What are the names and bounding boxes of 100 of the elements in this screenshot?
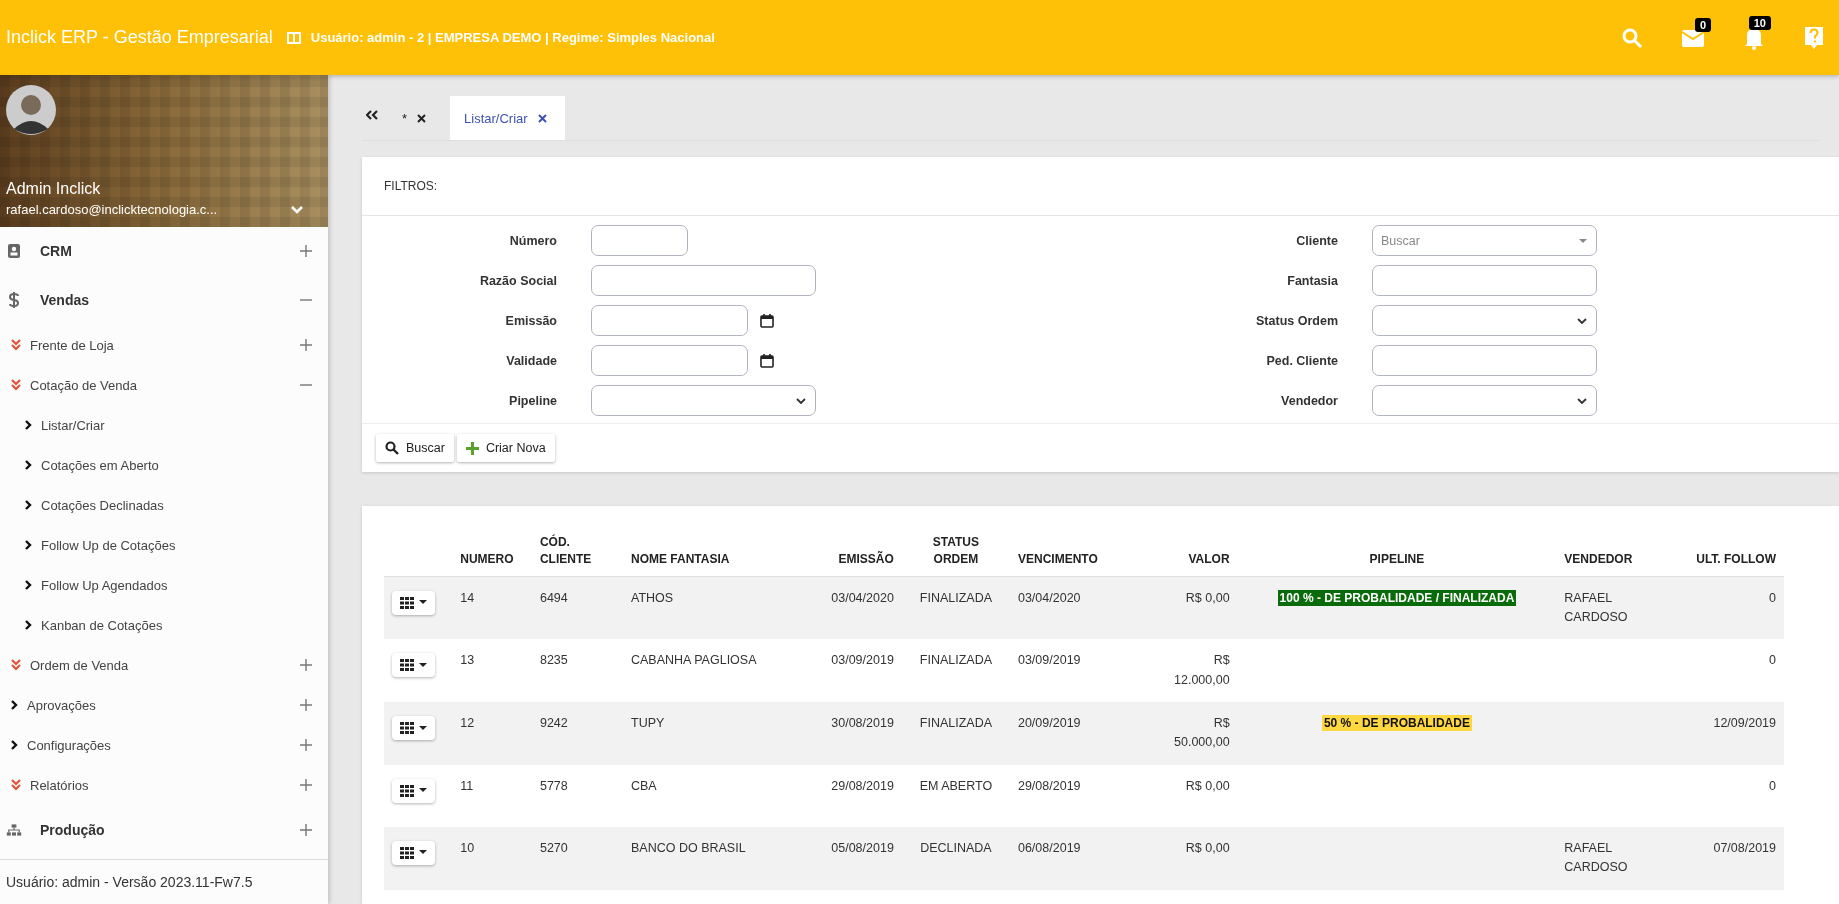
table-cell: CABANHA PAGLIOSA xyxy=(631,653,757,668)
expand-icon[interactable] xyxy=(300,245,312,257)
table-cell: 06/08/2019 xyxy=(1017,840,1081,855)
table-cell: FINALIZADA xyxy=(919,716,993,731)
plus-icon xyxy=(465,441,479,455)
notification-count: 10 xyxy=(1748,15,1771,30)
close-icon[interactable] xyxy=(537,113,547,123)
table-cell: 30/08/2019 xyxy=(831,716,894,731)
filters-title: FILTROS: xyxy=(362,157,1839,216)
table-cell: 13 xyxy=(460,653,475,668)
search-icon xyxy=(385,441,399,455)
chevron-right-icon xyxy=(24,499,33,511)
chevron-right-icon xyxy=(24,579,33,591)
table-cell: 03/04/2020 xyxy=(1017,590,1081,605)
mail-icon[interactable] xyxy=(1681,27,1705,48)
dropdown[interactable] xyxy=(1372,385,1597,416)
calendar-icon[interactable] xyxy=(760,313,774,328)
session-info: Usuário: admin - 2 | EMPRESA DEMO | Regime: Simples Nacional xyxy=(310,30,715,45)
menu-item[interactable]: Listar/Criar xyxy=(0,405,328,445)
menu-item[interactable]: Vendas xyxy=(0,275,328,325)
table-cell: 6494 xyxy=(539,590,568,605)
field-label: Ped. Cliente xyxy=(1265,353,1339,368)
double-chevron-icon xyxy=(10,779,22,791)
chevron-right-icon xyxy=(24,619,33,631)
app-title: Inclick ERP - Gestão Empresarial xyxy=(6,27,273,48)
menu-item[interactable]: Cotações em Aberto xyxy=(0,445,328,485)
menu-item[interactable]: Cotações Declinadas xyxy=(0,485,328,525)
field-label: Emissão xyxy=(504,313,558,328)
expand-icon[interactable] xyxy=(300,779,312,791)
double-chevron-left-icon[interactable] xyxy=(366,110,378,120)
caret-icon xyxy=(1578,237,1588,244)
menu-item[interactable]: Follow Up de Cotações xyxy=(0,525,328,565)
input-field[interactable] xyxy=(591,225,688,256)
menu-item[interactable]: Frente de Loja xyxy=(0,325,328,365)
table-cell: 11 xyxy=(460,778,474,793)
column-header: EMISSÃO xyxy=(838,551,894,566)
expand-icon[interactable] xyxy=(300,339,312,351)
double-chevron-icon xyxy=(10,379,22,391)
field-label: Pipeline xyxy=(508,393,558,408)
table-cell: 29/08/2019 xyxy=(1017,778,1081,793)
table-cell: ATHOS xyxy=(631,590,674,605)
table-cell: 03/04/2020 xyxy=(831,590,894,605)
row-menu-button[interactable] xyxy=(392,778,435,803)
table-cell: 5778 xyxy=(539,778,568,793)
input-field[interactable] xyxy=(1372,345,1597,376)
column-header: VENDEDOR xyxy=(1564,551,1633,566)
action-button[interactable]: Buscar xyxy=(376,434,454,462)
menu-item[interactable]: Ordem de Venda xyxy=(0,645,328,685)
chevron-down-icon xyxy=(1576,396,1588,405)
calendar-icon[interactable] xyxy=(760,353,774,368)
table-cell: R$ 12.000,00 xyxy=(1174,653,1230,687)
row-menu-button[interactable] xyxy=(392,590,435,615)
column-header: STATUS ORDEM xyxy=(932,535,979,566)
expand-icon[interactable] xyxy=(300,739,312,751)
field-label: Cliente xyxy=(1295,233,1339,248)
menu-item[interactable]: Follow Up Agendados xyxy=(0,565,328,605)
expand-icon[interactable] xyxy=(300,699,312,711)
menu-item[interactable]: Kanban de Cotações xyxy=(0,605,328,645)
tab[interactable]: * xyxy=(390,96,439,140)
menu-item[interactable]: Produção xyxy=(0,805,328,855)
menu-item[interactable]: CRM xyxy=(0,227,328,275)
close-icon[interactable] xyxy=(417,113,427,123)
action-button[interactable]: Criar Nova xyxy=(456,434,555,462)
table-cell: 29/08/2019 xyxy=(831,778,894,793)
input-field[interactable] xyxy=(591,265,816,296)
row-menu-button[interactable] xyxy=(392,716,435,741)
expand-icon[interactable] xyxy=(300,824,312,836)
grid-icon xyxy=(400,784,414,797)
table-cell: R$ 0,00 xyxy=(1185,840,1230,855)
search-dropdown[interactable]: Buscar xyxy=(1372,225,1597,256)
chevron-right-icon xyxy=(24,459,33,471)
date-field[interactable] xyxy=(591,345,748,376)
tab[interactable]: Listar/Criar xyxy=(450,96,565,140)
menu-item[interactable]: Configurações xyxy=(0,725,328,765)
chevron-down-icon xyxy=(795,396,807,405)
chevron-right-icon xyxy=(10,699,19,711)
expand-icon[interactable] xyxy=(300,659,312,671)
dropdown[interactable] xyxy=(1372,305,1597,336)
input-field[interactable] xyxy=(1372,265,1597,296)
date-field[interactable] xyxy=(591,305,748,336)
version-info: Usuário: admin - Versão 2023.11-Fw7.5 xyxy=(0,859,328,904)
menu-item[interactable]: Relatórios xyxy=(0,765,328,805)
chevron-down-icon[interactable] xyxy=(290,204,304,215)
dropdown[interactable] xyxy=(591,385,816,416)
menu-item[interactable]: Cotação de Venda xyxy=(0,365,328,405)
table-cell: FINALIZADA xyxy=(919,653,993,668)
chevron-right-icon xyxy=(10,739,19,751)
table-cell: RAFAEL CARDOSO xyxy=(1564,840,1628,875)
field-label: Vendedor xyxy=(1280,393,1339,408)
chevron-down-icon xyxy=(1576,316,1588,325)
table-cell: RAFAEL CARDOSO xyxy=(1564,590,1628,624)
row-menu-button[interactable] xyxy=(392,653,435,678)
menu-item[interactable]: Aprovações xyxy=(0,685,328,725)
table-cell: 10 xyxy=(460,840,475,855)
caret-icon xyxy=(419,788,427,794)
grid-icon xyxy=(400,722,414,735)
caret-icon xyxy=(419,600,427,606)
table-cell: 05/08/2019 xyxy=(831,840,894,855)
row-menu-button[interactable] xyxy=(392,840,435,865)
table-cell: 20/09/2019 xyxy=(1017,716,1081,731)
